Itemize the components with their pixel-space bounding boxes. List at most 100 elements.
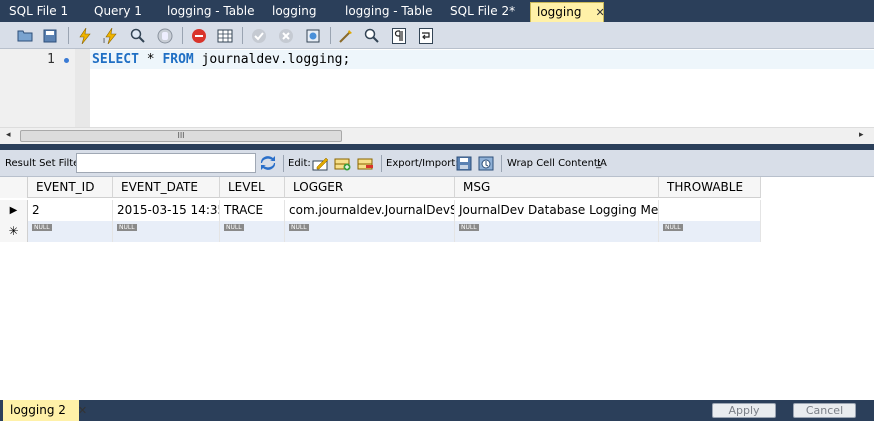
result-toolbar: Result Set Filter: Edit: Export/Import: … [0, 150, 874, 177]
tab-label: Query 1 [94, 4, 142, 18]
execute-current-icon[interactable]: I [101, 26, 121, 45]
table-cell[interactable]: JournalDev Database Logging Message ! [455, 200, 659, 221]
tab-logging-table-2[interactable]: logging - Table [345, 2, 432, 22]
beautify-icon[interactable] [336, 26, 356, 45]
rollback-icon[interactable] [276, 26, 296, 45]
toggle-error-stop-icon[interactable] [189, 26, 209, 45]
table-row[interactable]: ▶ 2 2015-03-15 14:35:50 TRACE com.journa… [0, 200, 761, 221]
tab-logging-active[interactable]: logging ✕ [530, 2, 605, 22]
tab-logging[interactable]: logging [272, 2, 316, 22]
new-row-icon[interactable]: ✳ [0, 221, 28, 242]
table-cell[interactable]: com.journaldev.JournalDevServlet [285, 200, 455, 221]
tab-label: logging [272, 4, 317, 18]
table-cell[interactable]: NULL [455, 221, 659, 242]
insert-row-icon[interactable] [333, 154, 351, 172]
null-badge: NULL [663, 224, 683, 231]
null-badge: NULL [289, 224, 309, 231]
select-all-corner[interactable] [0, 177, 28, 198]
editor-tab-bar: SQL File 1 Query 1 logging - Table loggi… [0, 0, 874, 22]
scroll-left-icon[interactable]: ◂ [6, 130, 11, 140]
tab-logging-table[interactable]: logging - Table [167, 2, 254, 22]
column-header[interactable]: LEVEL [220, 177, 285, 198]
tab-result-logging-2[interactable]: logging 2 ✕ [3, 400, 87, 421]
column-header[interactable]: EVENT_ID [28, 177, 113, 198]
tab-label: SQL File 1 [9, 4, 69, 18]
toolbar-separator [330, 27, 331, 44]
table-cell[interactable]: NULL [28, 221, 113, 242]
scrollbar-thumb[interactable]: III [20, 130, 342, 142]
line-number-gutter: 1 [0, 49, 75, 127]
close-icon[interactable]: ✕ [595, 4, 604, 22]
column-header[interactable]: EVENT_DATE [113, 177, 220, 198]
grid-header-row: EVENT_ID EVENT_DATE LEVEL LOGGER MSG THR… [0, 177, 761, 198]
autocommit-icon[interactable] [303, 26, 323, 45]
table-cell[interactable]: NULL [659, 221, 761, 242]
save-icon[interactable] [40, 26, 60, 45]
statement-marker-icon [64, 58, 69, 63]
execute-icon[interactable] [75, 26, 95, 45]
invisible-chars-icon[interactable] [389, 26, 409, 45]
column-header[interactable]: MSG [455, 177, 659, 198]
code-line[interactable]: SELECT * FROM journaldev.logging; [90, 50, 874, 69]
toolbar-separator [501, 155, 502, 172]
new-row[interactable]: ✳ NULL NULL NULL NULL NULL NULL [0, 221, 761, 242]
delete-row-icon[interactable] [356, 154, 374, 172]
result-tab-bar: logging 2 ✕ Apply Cancel [0, 400, 874, 421]
cancel-button[interactable]: Cancel [793, 403, 856, 418]
wrap-lines-icon[interactable] [416, 26, 436, 45]
null-badge: NULL [117, 224, 137, 231]
table-cell[interactable]: NULL [113, 221, 220, 242]
line-number: 1 [47, 52, 55, 67]
null-badge: NULL [459, 224, 479, 231]
export-icon[interactable] [455, 154, 473, 172]
sql-keyword: SELECT [92, 52, 139, 67]
horizontal-scrollbar[interactable]: ◂ III ▸ [0, 127, 874, 144]
fold-gutter [75, 49, 90, 127]
tab-sql-file-2[interactable]: SQL File 2* [450, 2, 515, 22]
sql-text: journaldev.logging; [193, 52, 351, 67]
export-import-label: Export/Import: [386, 158, 459, 169]
filter-label: Result Set Filter: [5, 158, 87, 169]
close-icon[interactable]: ✕ [78, 404, 87, 417]
table-cell[interactable]: 2015-03-15 14:35:50 [113, 200, 220, 221]
import-icon[interactable] [477, 154, 495, 172]
refresh-icon[interactable] [259, 154, 277, 172]
find-icon[interactable] [362, 26, 382, 45]
column-header[interactable]: THROWABLE [659, 177, 761, 198]
toolbar-separator [283, 155, 284, 172]
result-filter-input[interactable] [76, 153, 256, 173]
edit-label: Edit: [288, 158, 311, 169]
tab-sql-file-1[interactable]: SQL File 1 [9, 2, 68, 22]
column-header[interactable]: LOGGER [285, 177, 455, 198]
table-cell[interactable]: 2 [28, 200, 113, 221]
svg-text:I: I [103, 37, 105, 44]
table-cell[interactable]: NULL [220, 221, 285, 242]
edit-row-icon[interactable] [311, 154, 329, 172]
wrap-cell-label: Wrap Cell Content: [507, 158, 602, 169]
table-cell[interactable] [659, 200, 761, 221]
sql-editor[interactable]: 1 SELECT * FROM journaldev.logging; [0, 49, 874, 127]
explain-icon[interactable] [128, 26, 148, 45]
tab-label: logging - Table [345, 4, 433, 18]
editor-toolbar: I [0, 22, 874, 49]
wrap-cell-content-icon[interactable]: I̲A [593, 154, 611, 172]
sql-keyword: FROM [162, 52, 194, 67]
commit-icon[interactable] [249, 26, 269, 45]
table-cell[interactable]: TRACE [220, 200, 285, 221]
open-folder-icon[interactable] [15, 26, 35, 45]
null-badge: NULL [224, 224, 244, 231]
null-badge: NULL [32, 224, 52, 231]
sql-text: * [138, 52, 163, 67]
tab-label: SQL File 2* [450, 4, 516, 18]
apply-button[interactable]: Apply [712, 403, 776, 418]
stop-icon[interactable] [155, 26, 175, 45]
toggle-limit-icon[interactable] [215, 26, 235, 45]
toolbar-separator [182, 27, 183, 44]
table-cell[interactable]: NULL [285, 221, 455, 242]
tab-label: logging - Table [167, 4, 255, 18]
tab-query-1[interactable]: Query 1 [94, 2, 142, 22]
row-indicator-icon[interactable]: ▶ [0, 200, 28, 221]
tab-label: logging [537, 5, 582, 19]
scroll-right-icon[interactable]: ▸ [859, 130, 864, 140]
toolbar-separator [381, 155, 382, 172]
